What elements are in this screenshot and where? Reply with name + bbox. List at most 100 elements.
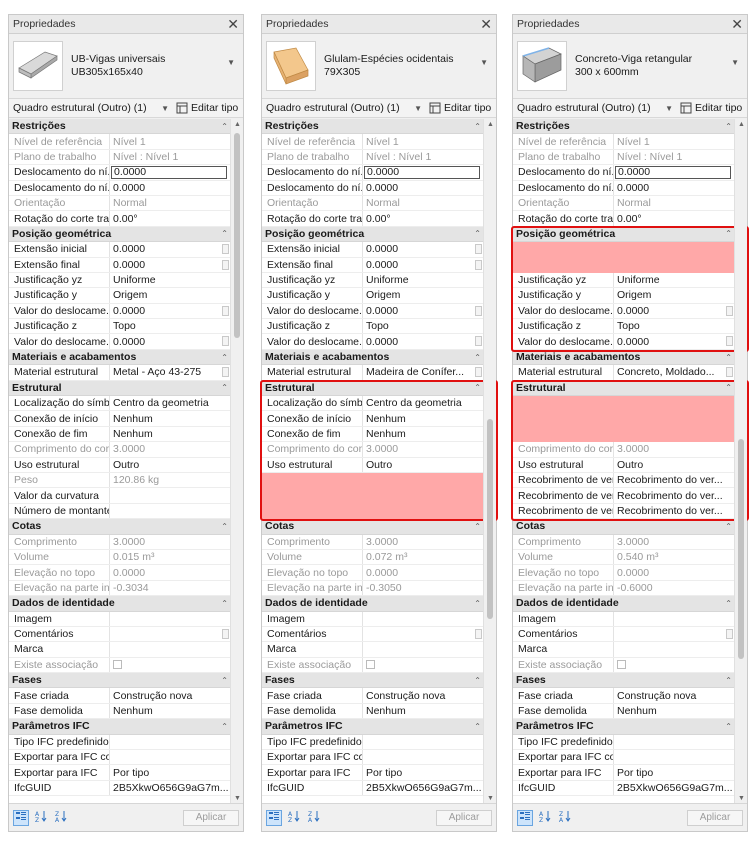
property-row[interactable]: Extensão inicial 0.0000 — [262, 242, 484, 258]
sort-descending-button[interactable]: ZA — [557, 810, 573, 826]
section-header[interactable]: Restrições ⌃ — [9, 119, 231, 135]
property-row[interactable]: Fase criada Construção nova — [262, 688, 484, 704]
property-value-cell[interactable]: Nenhum — [110, 411, 231, 425]
property-row[interactable]: Exportar para IFC co... — [262, 750, 484, 766]
property-value-cell[interactable]: 0.0000 — [363, 334, 484, 348]
property-row[interactable]: Existe associação — [9, 657, 231, 674]
property-row[interactable]: Deslocamento do ní... 0.0000 — [513, 165, 735, 181]
browse-button[interactable] — [222, 244, 229, 255]
property-row[interactable]: Deslocamento do ní... 0.0000 — [262, 165, 484, 181]
property-row[interactable]: Exportar para IFC co... — [513, 750, 735, 766]
property-row[interactable]: Marca — [513, 642, 735, 658]
property-row[interactable]: Valor do deslocame... 0.0000 — [262, 303, 484, 320]
property-row[interactable]: Nível de referência Nível 1 — [9, 134, 231, 150]
property-value-cell[interactable]: Por tipo — [363, 765, 484, 779]
section-header[interactable]: Cotas ⌃ — [9, 519, 231, 535]
property-value-cell[interactable] — [363, 750, 484, 764]
scrollbar-thumb[interactable] — [738, 439, 744, 659]
collapse-icon[interactable]: ⌃ — [725, 722, 732, 731]
property-value-cell[interactable] — [614, 627, 735, 641]
property-value-cell[interactable]: 0.0000 — [614, 181, 735, 195]
property-value-cell[interactable]: 0.0000 — [110, 334, 231, 348]
property-value-cell[interactable]: 0.0000 — [110, 181, 231, 195]
property-row[interactable]: Material estrutural Concreto, Moldado... — [513, 365, 735, 381]
section-header[interactable]: Cotas ⌃ — [262, 519, 484, 535]
chevron-down-icon[interactable]: ▼ — [227, 58, 235, 67]
property-row[interactable]: Valor do deslocame... 0.0000 — [9, 334, 231, 350]
property-value-cell[interactable]: Por tipo — [110, 765, 231, 779]
property-value-cell[interactable]: 2B5XkwO656G9aG7m... — [614, 781, 735, 795]
property-value-cell[interactable]: Outro — [110, 458, 231, 472]
section-header[interactable]: Materiais e acabamentos ⌃ — [9, 349, 231, 366]
property-row[interactable]: Imagem — [9, 611, 231, 627]
browse-button[interactable] — [475, 244, 482, 255]
property-row[interactable]: Conexão de fim Nenhum — [9, 426, 231, 443]
browse-button[interactable] — [475, 628, 482, 639]
property-value-cell[interactable]: Metal - Aço 43-275 — [110, 365, 231, 379]
property-row[interactable]: IfcGUID 2B5XkwO656G9aG7m... — [262, 780, 484, 797]
property-row[interactable]: Volume 0.072 m³ — [262, 549, 484, 566]
property-value-cell[interactable]: Origem — [363, 288, 484, 302]
property-row[interactable]: Elevação no topo 0.0000 — [9, 565, 231, 581]
property-row[interactable]: Material estrutural Madeira de Conífer..… — [262, 365, 484, 381]
property-row[interactable]: Marca — [262, 642, 484, 658]
property-value-cell[interactable]: Madeira de Conífer... — [363, 365, 484, 379]
edit-type-button[interactable]: Editar tipo — [429, 102, 491, 114]
collapse-icon[interactable]: ⌃ — [221, 722, 228, 731]
sort-ascending-button[interactable]: AZ — [33, 810, 49, 826]
close-icon[interactable]: ✕ — [227, 17, 239, 31]
type-selector[interactable]: UB-Vigas universais UB305x165x40 ▼ — [9, 34, 243, 98]
property-value-cell[interactable] — [363, 642, 484, 656]
property-value-cell[interactable]: Nenhum — [110, 427, 231, 441]
property-row[interactable]: Tipo IFC predefinido — [513, 734, 735, 751]
collapse-icon[interactable]: ⌃ — [474, 599, 481, 608]
collapse-icon[interactable]: ⌃ — [221, 599, 228, 608]
property-row[interactable]: Rotação do corte tra... 0.00° — [513, 211, 735, 227]
property-row[interactable]: Comprimento 3.0000 — [9, 534, 231, 550]
collapse-icon[interactable]: ⌃ — [474, 122, 481, 131]
property-row[interactable]: Existe associação — [513, 657, 735, 674]
property-row[interactable]: IfcGUID 2B5XkwO656G9aG7m... — [9, 780, 231, 797]
property-value-cell[interactable]: Construção nova — [110, 688, 231, 702]
property-row[interactable]: Fase criada Construção nova — [9, 688, 231, 704]
property-value-cell[interactable]: Por tipo — [614, 765, 735, 779]
property-row[interactable]: Extensão final 0.0000 — [9, 257, 231, 273]
property-row[interactable]: Comentários — [513, 626, 735, 643]
property-row[interactable]: Plano de trabalho Nível : Nível 1 — [513, 149, 735, 166]
browse-button[interactable] — [726, 628, 733, 639]
scroll-up-icon[interactable]: ▲ — [231, 119, 244, 131]
property-value-cell[interactable] — [110, 735, 231, 749]
property-row[interactable]: Comprimento do cor... 3.0000 — [9, 442, 231, 458]
property-row[interactable]: Elevação na parte inf... -0.3034 — [9, 580, 231, 597]
property-row[interactable]: Localização do símb... Centro da geometr… — [9, 396, 231, 412]
section-header[interactable]: Fases ⌃ — [262, 673, 484, 689]
property-value-cell[interactable] — [614, 642, 735, 656]
section-header[interactable]: Fases ⌃ — [9, 673, 231, 689]
property-value-cell[interactable] — [363, 627, 484, 641]
property-row[interactable]: Fase demolida Nenhum — [513, 703, 735, 720]
property-row[interactable]: Nível de referência Nível 1 — [513, 134, 735, 150]
property-row[interactable]: Plano de trabalho Nível : Nível 1 — [9, 149, 231, 166]
scrollbar-thumb[interactable] — [234, 133, 240, 338]
property-value-cell[interactable]: Nenhum — [614, 704, 735, 718]
property-row[interactable]: Marca — [9, 642, 231, 658]
section-header[interactable]: Materiais e acabamentos ⌃ — [513, 349, 735, 366]
property-value-cell[interactable] — [110, 612, 231, 626]
collapse-icon[interactable]: ⌃ — [474, 229, 481, 238]
property-value-input[interactable]: 0.0000 — [615, 166, 731, 179]
collapse-icon[interactable]: ⌃ — [725, 522, 732, 531]
property-value-cell[interactable]: Centro da geometria — [110, 396, 231, 410]
browse-button[interactable] — [222, 336, 229, 347]
browse-button[interactable] — [475, 259, 482, 270]
section-header[interactable]: Posição geométrica ⌃ — [9, 226, 231, 243]
type-selector[interactable]: Glulam-Espécies ocidentais 79X305 ▼ — [262, 34, 496, 98]
property-row[interactable]: Imagem — [513, 611, 735, 627]
apply-button[interactable]: Aplicar — [183, 809, 239, 826]
property-value-input[interactable]: 0.0000 — [364, 166, 480, 179]
scrollbar-thumb[interactable] — [487, 419, 493, 619]
property-value-cell[interactable]: Topo — [363, 319, 484, 333]
property-value-cell[interactable]: Uniforme — [110, 273, 231, 287]
property-row[interactable]: Número de montantes — [9, 503, 231, 520]
close-icon[interactable]: ✕ — [480, 17, 492, 31]
collapse-icon[interactable]: ⌃ — [221, 353, 228, 362]
